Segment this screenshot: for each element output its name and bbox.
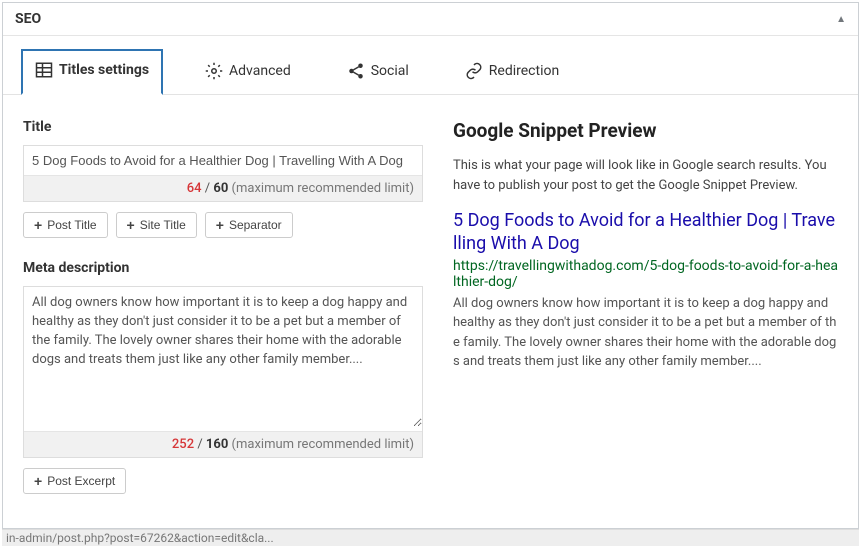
tabs: Titles settings Advanced Social Redirect…: [3, 36, 858, 95]
post-excerpt-button[interactable]: +Post Excerpt: [23, 468, 126, 494]
title-input-wrap: 64 / 60 (maximum recommended limit): [23, 145, 423, 202]
meta-counter: 252 / 160 (maximum recommended limit): [24, 431, 422, 457]
plus-icon: +: [34, 218, 42, 232]
content: Title 64 / 60 (maximum recommended limit…: [3, 95, 858, 528]
preview-heading: Google Snippet Preview: [453, 119, 838, 142]
left-column: Title 64 / 60 (maximum recommended limit…: [23, 119, 423, 516]
plus-icon: +: [127, 218, 135, 232]
plus-icon: +: [34, 474, 42, 488]
meta-textarea[interactable]: [24, 287, 422, 427]
meta-buttons: +Post Excerpt: [23, 468, 423, 494]
title-label: Title: [23, 119, 423, 135]
panel-header[interactable]: SEO ▲: [3, 3, 858, 36]
tab-titles-settings[interactable]: Titles settings: [21, 49, 163, 95]
meta-note: (maximum recommended limit): [232, 437, 414, 452]
right-column: Google Snippet Preview This is what your…: [453, 119, 838, 516]
snippet-title: 5 Dog Foods to Avoid for a Healthier Dog…: [453, 209, 838, 256]
seo-panel: SEO ▲ Titles settings Advanced Social Re…: [2, 2, 859, 529]
tab-redirection[interactable]: Redirection: [451, 49, 573, 95]
collapse-icon[interactable]: ▲: [836, 14, 846, 25]
site-title-button[interactable]: +Site Title: [116, 212, 197, 238]
post-title-button[interactable]: +Post Title: [23, 212, 108, 238]
preview-note: This is what your page will look like in…: [453, 156, 838, 195]
snippet-url: https://travellingwithadog.com/5-dog-foo…: [453, 258, 838, 290]
tab-label: Social: [371, 63, 409, 79]
tab-label: Redirection: [489, 63, 559, 79]
title-count: 64: [187, 181, 202, 196]
panel-title: SEO: [15, 11, 41, 27]
title-input[interactable]: [24, 146, 422, 175]
gear-icon: [205, 62, 223, 80]
snippet-desc: All dog owners know how important it is …: [453, 294, 838, 372]
tab-social[interactable]: Social: [333, 49, 423, 95]
meta-count: 252: [172, 437, 194, 452]
tab-label: Titles settings: [59, 62, 149, 78]
title-limit: 60: [213, 181, 228, 196]
title-counter: 64 / 60 (maximum recommended limit): [24, 175, 422, 201]
status-bar: in-admin/post.php?post=67262&action=edit…: [2, 529, 859, 546]
link-icon: [465, 62, 483, 80]
meta-label: Meta description: [23, 260, 423, 276]
share-icon: [347, 62, 365, 80]
title-note: (maximum recommended limit): [232, 181, 414, 196]
grid-icon: [35, 61, 53, 79]
tab-advanced[interactable]: Advanced: [191, 49, 305, 95]
meta-limit: 160: [206, 437, 228, 452]
tab-label: Advanced: [229, 63, 291, 79]
plus-icon: +: [216, 218, 224, 232]
meta-input-wrap: 252 / 160 (maximum recommended limit): [23, 286, 423, 458]
separator-button[interactable]: +Separator: [205, 212, 293, 238]
title-buttons: +Post Title +Site Title +Separator: [23, 212, 423, 238]
